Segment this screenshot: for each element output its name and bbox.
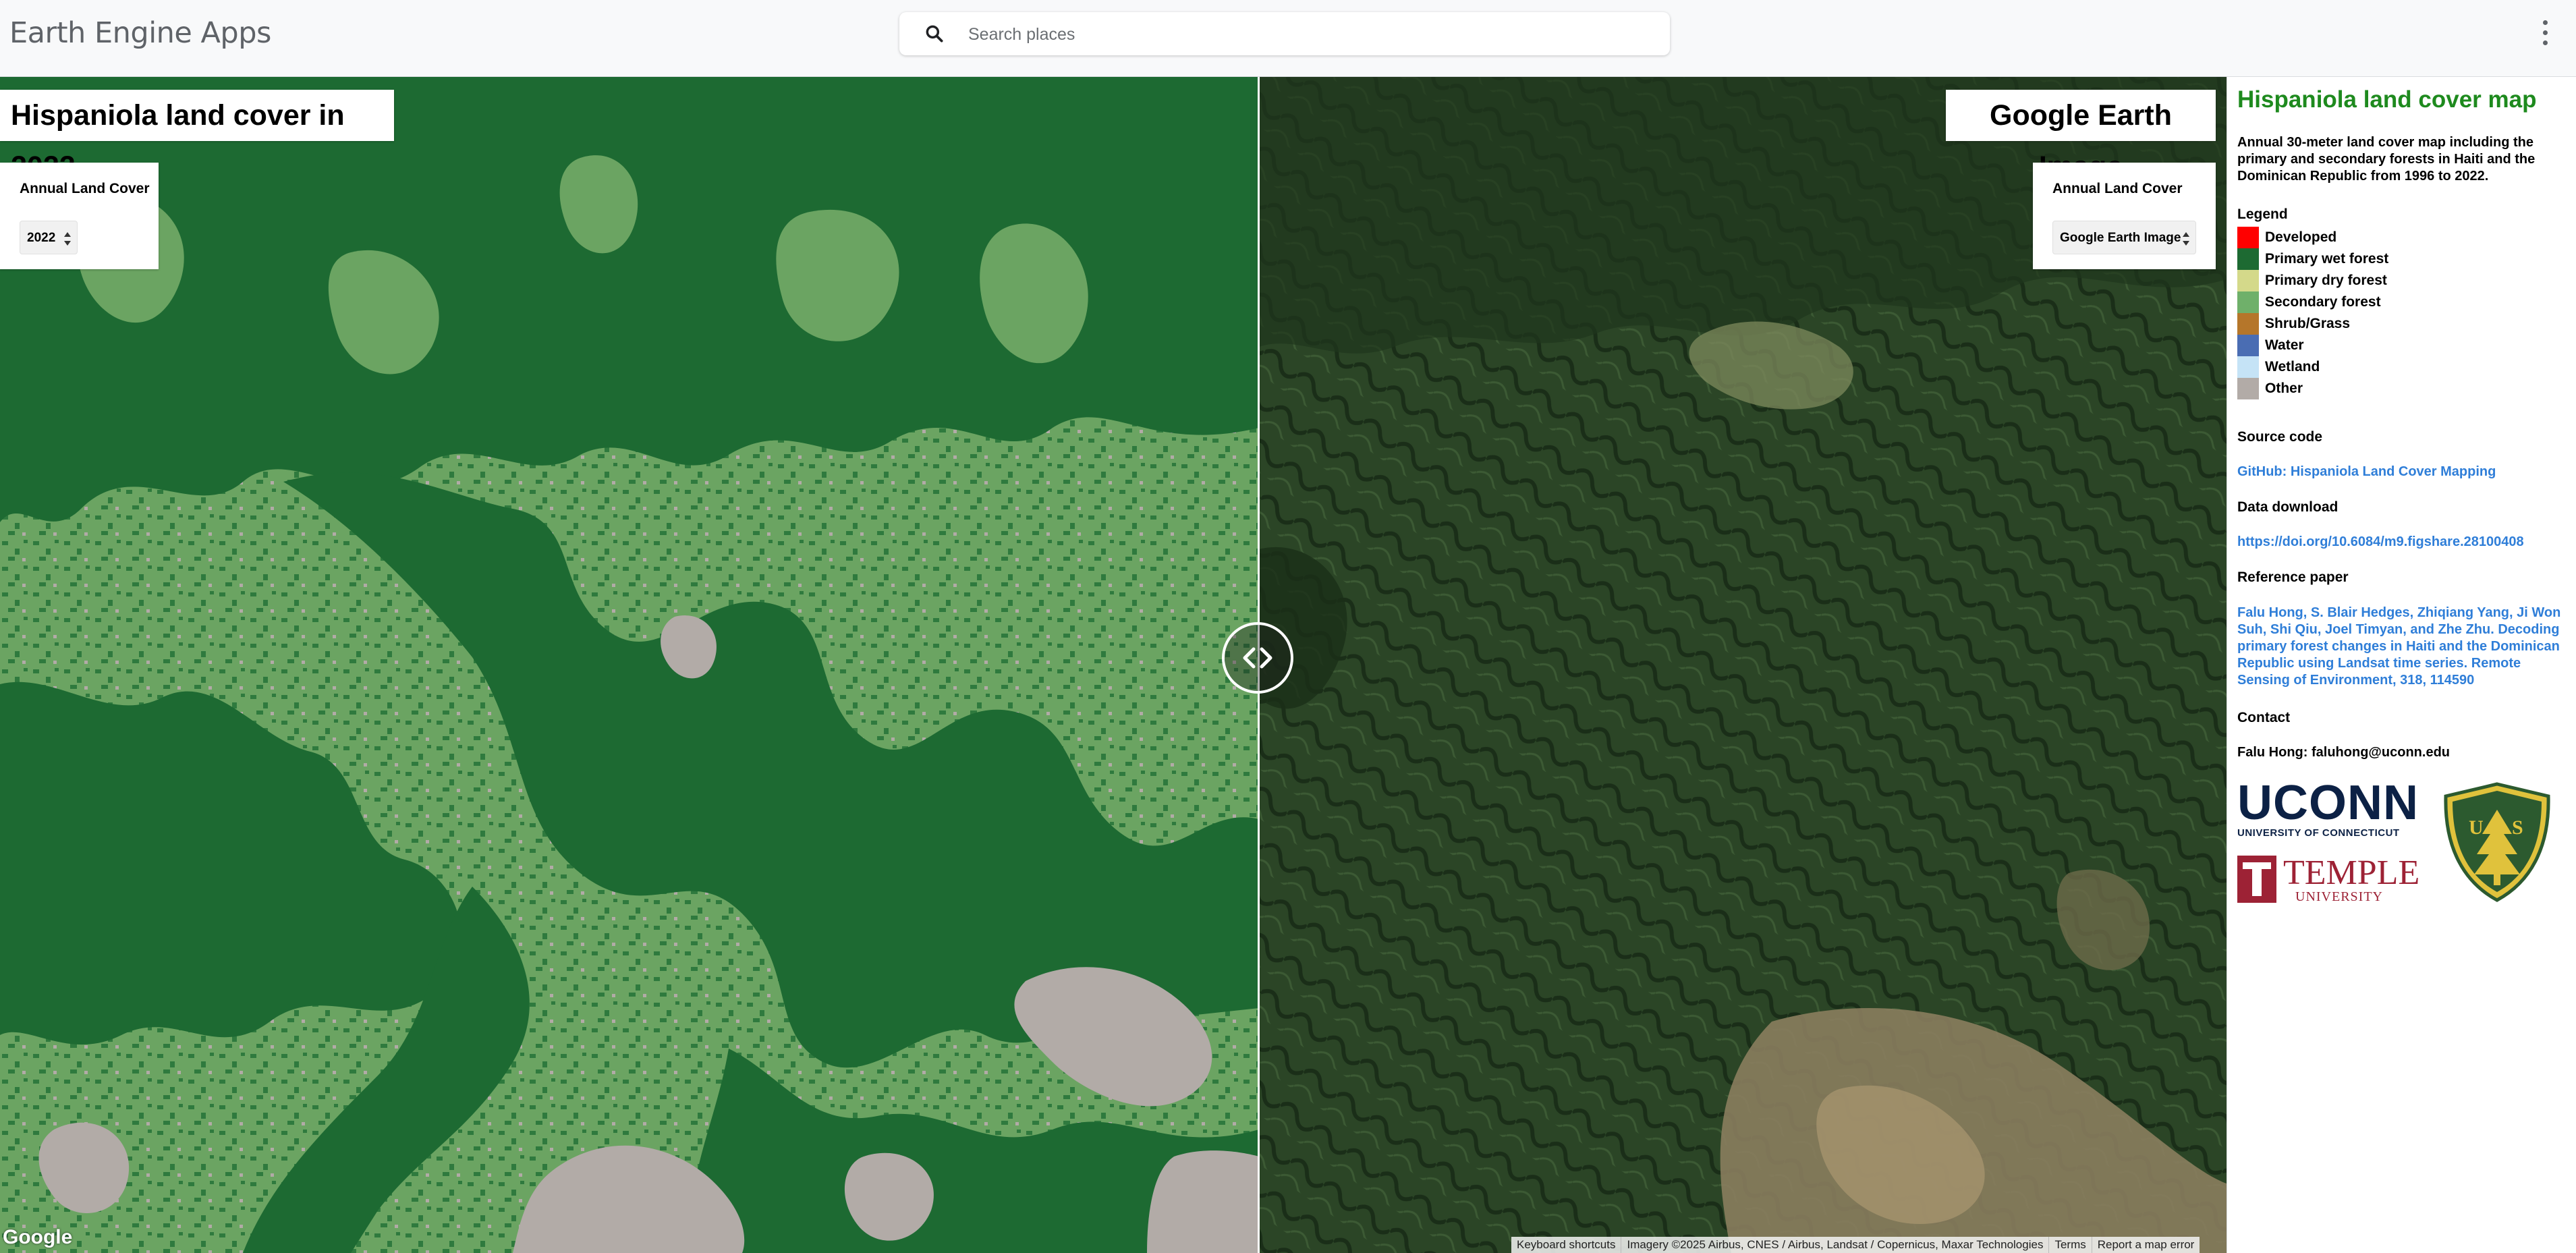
legend-item: Developed (2237, 227, 2336, 248)
legend-label: Shrub/Grass (2265, 316, 2351, 331)
right-layer-selector-panel: Annual Land Cover Google Earth Image (2033, 163, 2216, 269)
source-code-heading: Source code (2237, 429, 2323, 445)
left-map-title: Hispaniola land cover in 2022 (0, 90, 394, 183)
right-selector-label: Annual Land Cover (2052, 181, 2183, 196)
left-selector-label: Annual Land Cover (20, 181, 150, 196)
legend-swatch (2237, 270, 2259, 291)
image-select[interactable]: Google Earth Image (2052, 221, 2196, 254)
legend-item: Secondary forest (2237, 291, 2381, 313)
year-select-value: 2022 (27, 231, 56, 245)
land-cover-map[interactable] (0, 77, 1259, 1253)
legend-label: Water (2265, 337, 2304, 353)
image-select-value: Google Earth Image (2060, 231, 2181, 245)
legend-label: Primary wet forest (2265, 251, 2389, 267)
legend-label: Primary dry forest (2265, 273, 2387, 288)
legend-item: Wetland (2237, 356, 2320, 378)
uconn-logo: UCONN UNIVERSITY OF CONNECTICUT (2237, 776, 2419, 839)
legend-label: Wetland (2265, 359, 2320, 374)
search-input[interactable] (967, 18, 1644, 51)
more-options-icon[interactable] (2537, 20, 2553, 54)
legend-swatch (2237, 335, 2259, 356)
map-attribution: Keyboard shortcuts Imagery ©2025 Airbus,… (1511, 1237, 2200, 1253)
left-layer-selector-panel: Annual Land Cover 2022 (0, 163, 159, 269)
legend-swatch (2237, 248, 2259, 270)
select-arrows-icon (64, 232, 71, 246)
legend-item: Primary wet forest (2237, 248, 2388, 270)
google-logo[interactable]: Google (3, 1226, 72, 1249)
app-title[interactable]: Earth Engine Apps (9, 16, 271, 50)
data-download-link[interactable]: https://doi.org/10.6084/m9.figshare.2810… (2237, 534, 2524, 550)
legend-label: Secondary forest (2265, 294, 2381, 310)
info-sidebar: Hispaniola land cover map Annual 30-mete… (2227, 77, 2576, 1253)
sidebar-description: Annual 30-meter land cover map including… (2237, 135, 2536, 184)
reference-paper-link[interactable]: Falu Hong, S. Blair Hedges, Zhiqiang Yan… (2237, 605, 2571, 689)
land-cover-map-tiles (0, 77, 1259, 1253)
svg-text:S: S (2512, 816, 2523, 839)
contact-heading: Contact (2237, 710, 2291, 725)
legend-swatch (2237, 356, 2259, 378)
legend-heading: Legend (2237, 206, 2288, 222)
search-icon (926, 25, 943, 43)
legend-item: Other (2237, 378, 2303, 399)
legend-label: Other (2265, 381, 2303, 396)
legend-item: Shrub/Grass (2237, 313, 2350, 335)
temple-logo: TEMPLE UNIVERSITY (2237, 853, 2433, 907)
source-code-link[interactable]: GitHub: Hispaniola Land Cover Mapping (2237, 464, 2496, 480)
top-bar: Earth Engine Apps (0, 0, 2576, 77)
drag-arrows-icon (1243, 647, 1272, 669)
legend-item: Water (2237, 335, 2304, 356)
year-select[interactable]: 2022 (20, 221, 78, 254)
contact-text: Falu Hong: faluhong@uconn.edu (2237, 745, 2451, 760)
imagery-credit: Imagery ©2025 Airbus, CNES / Airbus, Lan… (1621, 1237, 2050, 1253)
reference-paper-heading: Reference paper (2237, 569, 2349, 585)
terms-link[interactable]: Terms (2049, 1237, 2092, 1253)
legend-swatch (2237, 313, 2259, 335)
right-map-title: Google Earth Image (1946, 90, 2216, 183)
legend-swatch (2237, 227, 2259, 248)
legend-item: Primary dry forest (2237, 270, 2387, 291)
sidebar-title: Hispaniola land cover map (2237, 86, 2537, 113)
legend-label: Developed (2265, 229, 2337, 245)
legend-swatch (2237, 291, 2259, 313)
forest-service-shield-icon: U S (2444, 782, 2550, 902)
split-handle[interactable] (1222, 622, 1293, 694)
data-download-heading: Data download (2237, 499, 2339, 515)
keyboard-shortcuts-link[interactable]: Keyboard shortcuts (1511, 1237, 1622, 1253)
forest-service-shield-logo: U S (2442, 781, 2552, 903)
svg-text:U: U (2469, 816, 2484, 839)
search-box[interactable] (899, 12, 1670, 55)
legend-swatch (2237, 378, 2259, 399)
select-arrows-icon (2183, 232, 2189, 246)
report-map-error-link[interactable]: Report a map error (2092, 1237, 2200, 1253)
